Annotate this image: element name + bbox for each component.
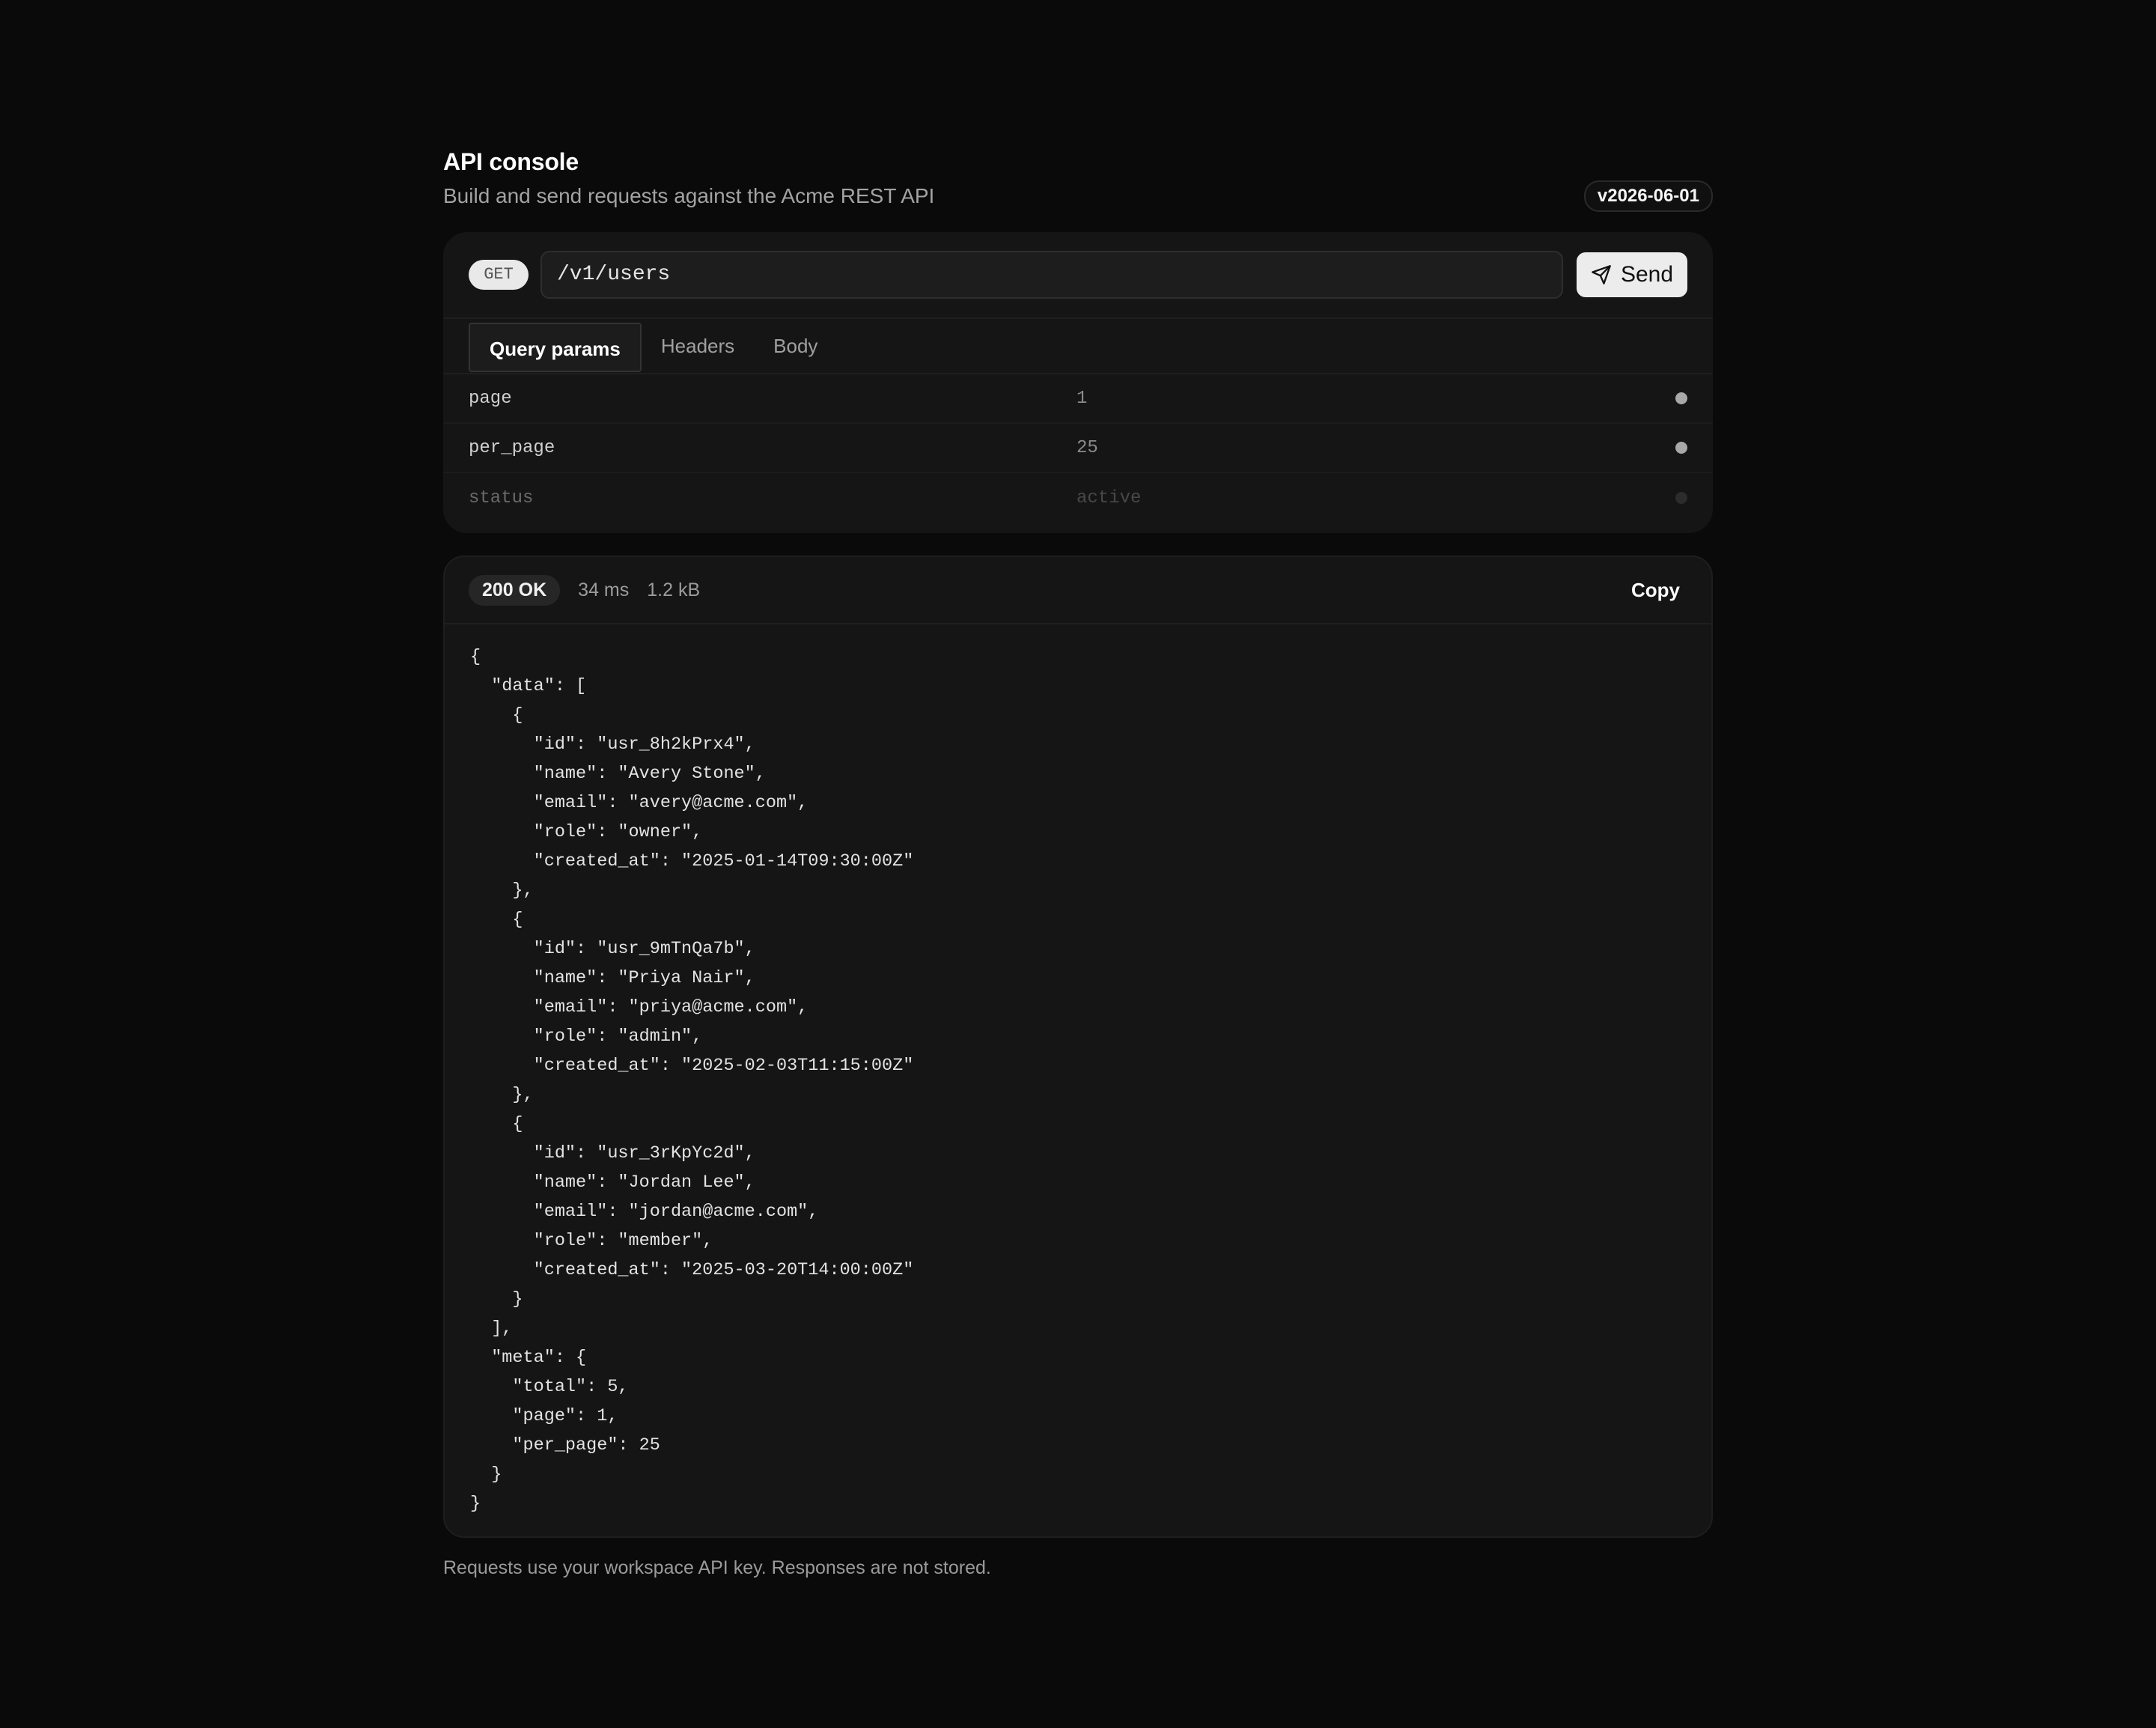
param-enabled-toggle[interactable] (1675, 492, 1687, 504)
subtitle-row: Build and send requests against the Acme… (443, 180, 1713, 212)
param-key[interactable]: status (469, 488, 1077, 508)
param-value[interactable]: 1 (1077, 389, 1675, 409)
param-value[interactable]: active (1077, 488, 1675, 508)
copy-button[interactable]: Copy (1624, 573, 1687, 608)
param-enabled-toggle[interactable] (1675, 392, 1687, 404)
footer-note: Requests use your workspace API key. Res… (443, 1557, 991, 1578)
param-enabled-toggle[interactable] (1675, 442, 1687, 454)
tab-headers[interactable]: Headers (642, 320, 754, 372)
param-row-status: status active (443, 473, 1713, 523)
page-subtitle: Build and send requests against the Acme… (443, 184, 935, 207)
url-row: GET /v1/users Send (443, 232, 1713, 319)
url-input[interactable]: /v1/users (540, 251, 1563, 299)
tab-body[interactable]: Body (754, 320, 837, 372)
method-badge[interactable]: GET (469, 260, 529, 290)
param-key[interactable]: page (469, 389, 1077, 409)
response-header: 200 OK 34 ms 1.2 kB Copy (445, 557, 1711, 624)
param-value[interactable]: 25 (1077, 438, 1675, 458)
paper-plane-icon (1592, 265, 1611, 285)
request-tabs: Query params Headers Body (443, 319, 1713, 374)
response-body[interactable]: { "data": [ { "id": "usr_8h2kPrx4", "nam… (445, 624, 1711, 1518)
version-badge: v2026-06-01 (1583, 180, 1713, 212)
response-time: 34 ms (578, 579, 630, 600)
tab-query-params[interactable]: Query params (469, 323, 642, 372)
response-size: 1.2 kB (647, 579, 701, 600)
param-row-per-page: per_page 25 (443, 424, 1713, 473)
param-row-page: page 1 (443, 374, 1713, 424)
param-key[interactable]: per_page (469, 438, 1077, 458)
response-card: 200 OK 34 ms 1.2 kB Copy { "data": [ { "… (443, 556, 1713, 1538)
page-title: API console (443, 148, 579, 175)
api-console-page: API console Build and send requests agai… (443, 147, 1713, 1579)
send-button[interactable]: Send (1577, 252, 1687, 297)
send-label: Send (1620, 262, 1674, 287)
request-card: GET /v1/users Send Query params Headers … (443, 232, 1713, 533)
status-badge: 200 OK (469, 574, 561, 606)
